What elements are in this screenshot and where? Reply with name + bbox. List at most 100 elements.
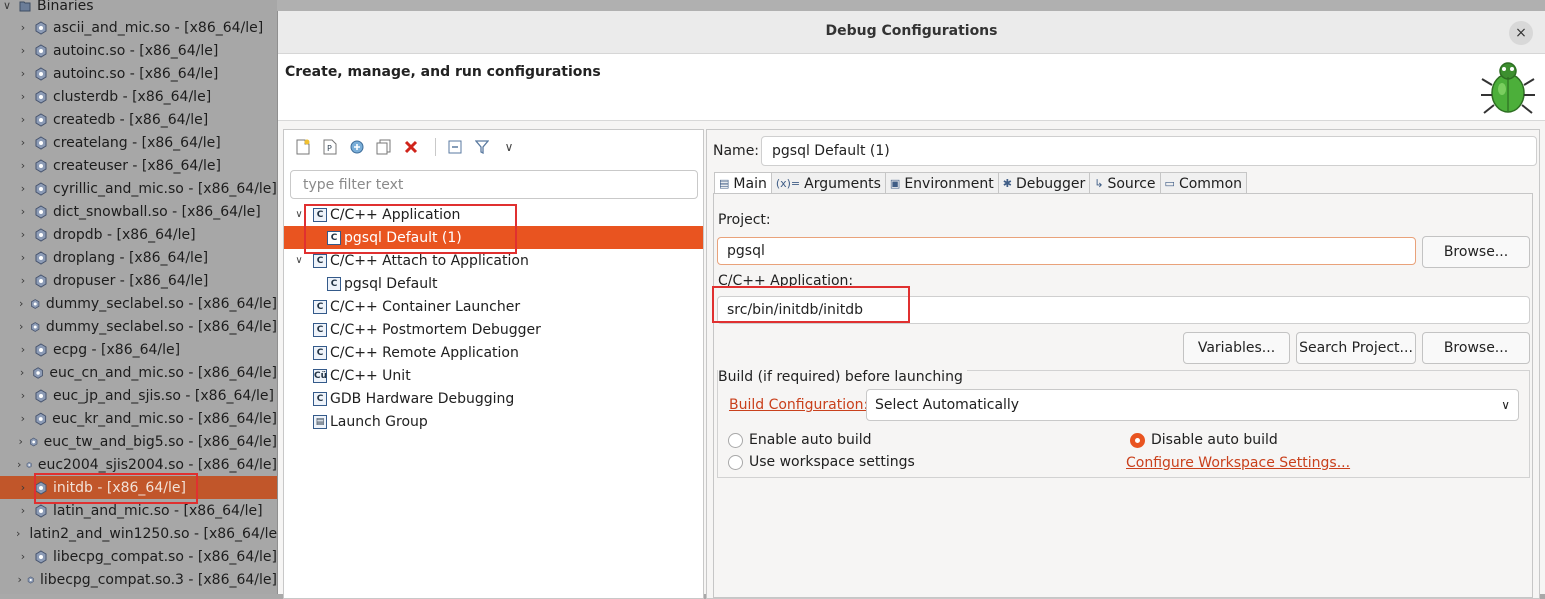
chevron-right-icon[interactable]: › bbox=[16, 573, 23, 586]
chevron-right-icon[interactable]: › bbox=[16, 90, 30, 103]
chevron-right-icon[interactable]: › bbox=[16, 320, 26, 333]
tree-item[interactable]: › autoinc.so - [x86_64/le] bbox=[0, 39, 277, 62]
binary-file-icon bbox=[35, 227, 47, 242]
tree-item[interactable]: › euc2004_sjis2004.so - [x86_64/le] bbox=[0, 453, 277, 476]
configure-workspace-settings-link[interactable]: Configure Workspace Settings... bbox=[1126, 455, 1350, 471]
chevron-right-icon[interactable]: › bbox=[16, 343, 30, 356]
tree-item[interactable]: › droplang - [x86_64/le] bbox=[0, 246, 277, 269]
filter-icon[interactable] bbox=[471, 137, 493, 157]
variables-button[interactable]: Variables... bbox=[1183, 332, 1290, 364]
chevron-right-icon[interactable]: › bbox=[16, 550, 30, 563]
tree-item[interactable]: › euc_tw_and_big5.so - [x86_64/le] bbox=[0, 430, 277, 453]
tree-item[interactable]: › euc_kr_and_mic.so - [x86_64/le] bbox=[0, 407, 277, 430]
chevron-down-icon[interactable]: ∨ bbox=[0, 0, 14, 12]
filter-input[interactable] bbox=[290, 170, 698, 199]
chevron-right-icon[interactable]: › bbox=[16, 504, 30, 517]
build-configuration-link[interactable]: Build Configuration: bbox=[729, 397, 868, 413]
chevron-right-icon[interactable]: › bbox=[16, 527, 20, 540]
enable-auto-build-radio-circle[interactable] bbox=[728, 432, 743, 448]
tree-item[interactable]: › dict_snowball.so - [x86_64/le] bbox=[0, 200, 277, 223]
tree-item[interactable]: › initdb - [x86_64/le] bbox=[0, 476, 277, 499]
tab-environment[interactable]: ▣ Environment bbox=[884, 172, 999, 194]
chevron-right-icon[interactable]: › bbox=[16, 389, 30, 402]
tree-root-binaries[interactable]: ∨ Binaries bbox=[0, 0, 277, 17]
tab-arguments[interactable]: (x)= Arguments bbox=[770, 172, 886, 194]
chevron-right-icon[interactable]: › bbox=[16, 458, 22, 471]
tree-item[interactable]: › libecpg_compat.so.3 - [x86_64/le] bbox=[0, 568, 277, 591]
chevron-down-icon[interactable]: ∨ bbox=[293, 255, 305, 266]
browse-application-button[interactable]: Browse... bbox=[1422, 332, 1530, 364]
tree-item[interactable]: › latin_and_mic.so - [x86_64/le] bbox=[0, 499, 277, 522]
name-field[interactable] bbox=[761, 136, 1537, 166]
tree-item[interactable]: › cyrillic_and_mic.so - [x86_64/le] bbox=[0, 177, 277, 200]
chevron-right-icon[interactable]: › bbox=[16, 159, 30, 172]
view-menu-chevron-icon[interactable]: ∨ bbox=[498, 137, 520, 157]
enable-auto-build-radio[interactable]: Enable auto build bbox=[728, 432, 872, 448]
launch-config-type[interactable]: C GDB Hardware Debugging bbox=[284, 387, 703, 410]
chevron-right-icon[interactable]: › bbox=[16, 366, 28, 379]
browse-project-button[interactable]: Browse... bbox=[1422, 236, 1530, 268]
tree-item[interactable]: › createdb - [x86_64/le] bbox=[0, 108, 277, 131]
launch-configuration-list: P ∨ ∨CC/C++ ApplicationCpgsql Default (1… bbox=[283, 129, 704, 599]
collapse-all-icon[interactable] bbox=[444, 137, 466, 157]
chevron-right-icon[interactable]: › bbox=[16, 228, 30, 241]
tree-item[interactable]: › dropuser - [x86_64/le] bbox=[0, 269, 277, 292]
tab-source[interactable]: ↳ Source bbox=[1089, 172, 1161, 194]
build-configuration-select[interactable]: Select Automatically ∨ bbox=[866, 389, 1519, 421]
tree-item[interactable]: › createlang - [x86_64/le] bbox=[0, 131, 277, 154]
tree-item[interactable]: › euc_cn_and_mic.so - [x86_64/le] bbox=[0, 361, 277, 384]
tree-item-label: clusterdb - [x86_64/le] bbox=[53, 88, 212, 105]
search-project-button[interactable]: Search Project... bbox=[1296, 332, 1416, 364]
launch-config-type[interactable]: ▤ Launch Group bbox=[284, 410, 703, 433]
launch-config-type[interactable]: C C/C++ Remote Application bbox=[284, 341, 703, 364]
tree-item[interactable]: › euc_jp_and_sjis.so - [x86_64/le] bbox=[0, 384, 277, 407]
chevron-right-icon[interactable]: › bbox=[16, 412, 30, 425]
tab-common[interactable]: ▭ Common bbox=[1159, 172, 1248, 194]
launch-config-item[interactable]: Cpgsql Default (1) bbox=[284, 226, 703, 249]
launch-config-type[interactable]: C C/C++ Postmortem Debugger bbox=[284, 318, 703, 341]
tab-main[interactable]: ▤ Main bbox=[714, 172, 772, 194]
tree-item[interactable]: › latin2_and_win1250.so - [x86_64/le] bbox=[0, 522, 277, 545]
launch-config-type[interactable]: Cü C/C++ Unit bbox=[284, 364, 703, 387]
chevron-right-icon[interactable]: › bbox=[16, 274, 30, 287]
close-button[interactable]: × bbox=[1509, 21, 1533, 45]
tree-item[interactable]: › ascii_and_mic.so - [x86_64/le] bbox=[0, 16, 277, 39]
duplicate-config-icon[interactable] bbox=[373, 137, 395, 157]
disable-auto-build-radio-circle[interactable] bbox=[1130, 432, 1145, 448]
launch-config-item[interactable]: Cpgsql Default bbox=[284, 272, 703, 295]
project-field[interactable] bbox=[717, 237, 1416, 265]
tree-item[interactable]: › createuser - [x86_64/le] bbox=[0, 154, 277, 177]
use-workspace-settings-radio-circle[interactable] bbox=[728, 454, 743, 470]
chevron-right-icon[interactable]: › bbox=[16, 21, 30, 34]
chevron-right-icon[interactable]: › bbox=[16, 136, 30, 149]
new-prototype-icon[interactable]: P bbox=[319, 137, 341, 157]
chevron-right-icon[interactable]: › bbox=[16, 481, 30, 494]
launch-config-type[interactable]: ∨ C C/C++ Attach to Application bbox=[284, 249, 703, 272]
chevron-right-icon[interactable]: › bbox=[16, 435, 25, 448]
debugger-tab-icon: ✱ bbox=[1002, 177, 1012, 190]
launch-config-type[interactable]: C C/C++ Container Launcher bbox=[284, 295, 703, 318]
tree-item[interactable]: › ecpg - [x86_64/le] bbox=[0, 338, 277, 361]
chevron-down-icon[interactable]: ∨ bbox=[293, 209, 305, 220]
tree-item[interactable]: › dummy_seclabel.so - [x86_64/le] bbox=[0, 292, 277, 315]
tree-item[interactable]: › dropdb - [x86_64/le] bbox=[0, 223, 277, 246]
application-field[interactable] bbox=[717, 296, 1530, 324]
tab-debugger[interactable]: ✱ Debugger bbox=[997, 172, 1091, 194]
tree-item[interactable]: › libecpg_compat.so - [x86_64/le] bbox=[0, 545, 277, 568]
export-config-icon[interactable] bbox=[346, 137, 368, 157]
chevron-right-icon[interactable]: › bbox=[16, 67, 30, 80]
chevron-right-icon[interactable]: › bbox=[16, 205, 30, 218]
chevron-right-icon[interactable]: › bbox=[16, 297, 26, 310]
tree-item[interactable]: › clusterdb - [x86_64/le] bbox=[0, 85, 277, 108]
chevron-right-icon[interactable]: › bbox=[16, 44, 30, 57]
launch-config-type[interactable]: ∨ C C/C++ Application bbox=[284, 203, 703, 226]
delete-config-icon[interactable] bbox=[400, 137, 422, 157]
tree-item[interactable]: › dummy_seclabel.so - [x86_64/le] bbox=[0, 315, 277, 338]
new-config-icon[interactable] bbox=[292, 137, 314, 157]
disable-auto-build-radio[interactable]: Disable auto build bbox=[1130, 432, 1278, 448]
chevron-right-icon[interactable]: › bbox=[16, 113, 30, 126]
chevron-right-icon[interactable]: › bbox=[16, 182, 30, 195]
use-workspace-settings-radio[interactable]: Use workspace settings bbox=[728, 454, 915, 470]
tree-item[interactable]: › autoinc.so - [x86_64/le] bbox=[0, 62, 277, 85]
chevron-right-icon[interactable]: › bbox=[16, 251, 30, 264]
